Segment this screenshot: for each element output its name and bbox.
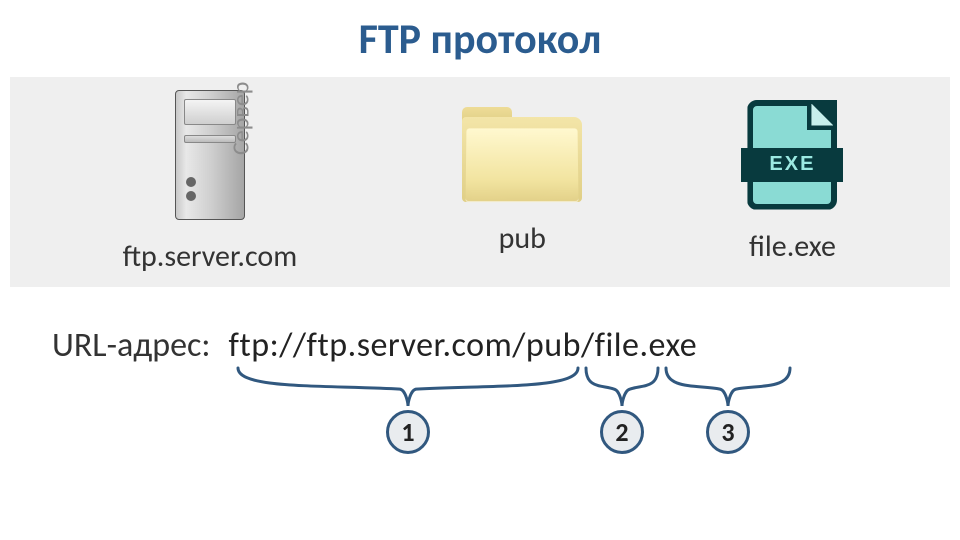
page-title: FTP протокол	[0, 0, 960, 77]
segment-number: 1	[386, 410, 430, 454]
url-segment-brace: 3	[664, 366, 792, 408]
segment-number: 3	[706, 410, 750, 454]
url-label: URL-адрес:	[52, 325, 211, 366]
server-label: ftp.server.com	[123, 238, 298, 275]
folder-item: pub	[462, 107, 582, 257]
url-segment-brace: 2	[584, 366, 660, 408]
exe-file-icon: EXE	[747, 100, 837, 210]
segment-number: 2	[600, 410, 644, 454]
file-item: EXE file.exe	[747, 100, 837, 265]
server-item: Сервер ftp.server.com	[123, 90, 298, 275]
brace-row: 1 2 3	[236, 366, 960, 452]
server-caption: Сервер	[226, 81, 255, 154]
url-row: URL-адрес: ftp://ftp.server.com/pub/file…	[52, 325, 960, 366]
server-icon: Сервер	[175, 90, 245, 220]
url-segment-brace: 1	[236, 366, 580, 408]
folder-icon	[462, 107, 582, 202]
file-label: file.exe	[749, 228, 836, 265]
exe-band-text: EXE	[741, 148, 843, 182]
diagram-panel: Сервер ftp.server.com pub EXE file.exe	[10, 77, 950, 287]
folder-label: pub	[499, 220, 546, 257]
url-value: ftp://ftp.server.com/pub/file.exe	[229, 325, 698, 366]
